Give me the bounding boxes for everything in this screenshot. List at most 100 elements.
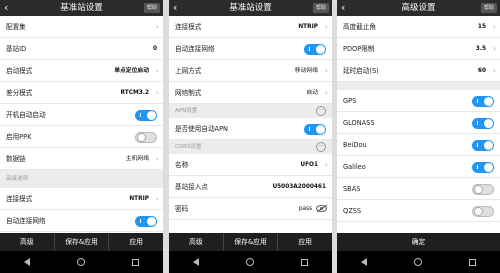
row-label: 数据链	[6, 155, 26, 163]
chevron-right-icon: ›	[492, 22, 496, 31]
row-label: 配置集	[6, 23, 26, 31]
chevron-right-icon: ›	[492, 44, 496, 53]
config-set-row[interactable]: 配置集 ›	[0, 16, 163, 38]
apply-button[interactable]: 应用	[278, 233, 332, 251]
action-bar: 高级 保存&应用 应用	[0, 233, 163, 251]
row-label: SBAS	[343, 185, 361, 193]
start-mode-row[interactable]: 启动模式 单点定位启动 ›	[0, 60, 163, 82]
network-standard-value: 自动	[306, 90, 318, 96]
diff-mode-row[interactable]: 差分模式 RTCM3.2 ›	[0, 82, 163, 104]
mountpoint-row[interactable]: 基站接入点 U5003A2000461	[169, 176, 332, 198]
chevron-right-icon: ›	[155, 154, 159, 163]
chevron-right-icon: ›	[155, 66, 159, 75]
elevation-mask-row[interactable]: 高度截止角 15 ›	[337, 16, 500, 38]
row-label: 基站接入点	[175, 183, 208, 191]
connect-mode-row[interactable]: 连接模式 NTRIP ›	[169, 16, 332, 38]
row-label: 密码	[175, 205, 189, 213]
help-button[interactable]: 帮助	[480, 3, 497, 13]
row-label: 高度截止角	[343, 23, 376, 31]
gps-toggle[interactable]	[472, 96, 494, 107]
settings-list: 连接模式 NTRIP › 自动连接网络 上网方式 移动网络 › 网络制式 自动 …	[169, 16, 332, 233]
help-button[interactable]: 帮助	[312, 3, 329, 13]
panel-gap	[163, 0, 169, 273]
apply-button[interactable]: 应用	[109, 233, 163, 251]
gps-row: GPS	[337, 90, 500, 112]
password-value: pass	[298, 206, 312, 212]
chevron-right-icon: ›	[324, 88, 328, 97]
more-options-icon[interactable]: ···	[316, 142, 326, 152]
nav-back-icon[interactable]	[23, 258, 30, 266]
row-label: 自动连接网络	[6, 217, 46, 225]
network-standard-row[interactable]: 网络制式 自动 ›	[169, 82, 332, 104]
auto-apn-toggle[interactable]	[304, 124, 326, 135]
pdop-limit-row[interactable]: PDOP限制 3.5 ›	[337, 38, 500, 60]
nav-home-icon[interactable]	[245, 258, 254, 266]
cors-name-row[interactable]: 名称 UFO1 ›	[169, 154, 332, 176]
save-apply-button[interactable]: 保存&应用	[224, 233, 279, 251]
nav-recents-icon[interactable]	[132, 258, 140, 266]
nav-recents-icon[interactable]	[301, 258, 309, 266]
nav-home-icon[interactable]	[413, 258, 422, 266]
row-label: Galileo	[343, 163, 366, 171]
row-label: QZSS	[343, 207, 362, 215]
enable-ppk-toggle[interactable]	[135, 132, 157, 143]
action-bar: 高级 保存&应用 应用	[169, 233, 332, 251]
auto-start-toggle[interactable]	[135, 110, 157, 121]
base-id-row[interactable]: 基站ID 0	[0, 38, 163, 60]
sbas-toggle[interactable]	[472, 184, 494, 195]
nav-recents-icon[interactable]	[469, 258, 477, 266]
base-id-value: 0	[152, 46, 157, 52]
enable-ppk-row: 启用PPK	[0, 126, 163, 148]
row-label: 名称	[175, 161, 189, 169]
datalink-row[interactable]: 数据链 主机网络 ›	[0, 148, 163, 170]
internet-mode-row[interactable]: 上网方式 移动网络 ›	[169, 60, 332, 82]
glonass-toggle[interactable]	[472, 118, 494, 129]
auto-start-row: 开机自动启动	[0, 104, 163, 126]
auto-connect-row: 自动连接网络	[0, 210, 163, 232]
row-label: GPS	[343, 97, 357, 105]
more-options-icon[interactable]: ···	[316, 106, 326, 116]
auto-connect-toggle[interactable]	[304, 44, 326, 55]
delay-start-row[interactable]: 延时启动(S) 60 ›	[337, 60, 500, 82]
galileo-toggle[interactable]	[472, 162, 494, 173]
row-label: GLONASS	[343, 119, 375, 127]
base-station-settings-panel: ‹ 基准站设置 帮助 配置集 › 基站ID 0 启动模式 单点定位启动 › 差分…	[0, 0, 163, 273]
password-row[interactable]: 密码 pass	[169, 198, 332, 220]
pdop-limit-value: 3.5	[475, 46, 486, 52]
advanced-button[interactable]: 高级	[169, 233, 224, 251]
app-header: ‹ 基准站设置 帮助	[0, 0, 163, 16]
auto-connect-row: 自动连接网络	[169, 38, 332, 60]
section-divider	[337, 82, 500, 90]
advanced-options-section: 高级选项	[0, 170, 163, 188]
row-label: PDOP限制	[343, 45, 375, 53]
nav-back-icon[interactable]	[192, 258, 199, 266]
nav-back-icon[interactable]	[360, 258, 367, 266]
row-label: 自动连接网络	[175, 45, 215, 53]
help-button[interactable]: 帮助	[143, 3, 160, 13]
nav-home-icon[interactable]	[76, 258, 85, 266]
row-label: 差分模式	[6, 89, 33, 97]
connect-mode-row[interactable]: 连接模式 NTRIP ›	[0, 188, 163, 210]
page-title: 基准站设置	[60, 3, 103, 13]
chevron-right-icon: ›	[492, 66, 496, 75]
settings-list: 高度截止角 15 › PDOP限制 3.5 › 延时启动(S) 60 › GPS…	[337, 16, 500, 233]
auto-connect-toggle[interactable]	[135, 216, 157, 227]
page-title: 基准站设置	[229, 3, 272, 13]
delay-start-value: 60	[477, 68, 486, 74]
action-bar: 确定	[337, 233, 500, 251]
advanced-button[interactable]: 高级	[0, 233, 55, 251]
connect-mode-value: NTRIP	[129, 196, 149, 202]
row-label: BeiDou	[343, 141, 367, 149]
beidou-toggle[interactable]	[472, 140, 494, 151]
eye-off-icon[interactable]	[316, 204, 328, 213]
page-title: 高级设置	[401, 3, 436, 13]
section-label: CORS设置	[175, 144, 202, 150]
qzss-toggle[interactable]	[472, 206, 494, 217]
save-apply-button[interactable]: 保存&应用	[55, 233, 110, 251]
row-label: 启用PPK	[6, 133, 32, 141]
row-label: 开机自动启动	[6, 111, 46, 119]
apn-settings-section: APN设置 ···	[169, 104, 332, 118]
datalink-value: 主机网络	[125, 156, 149, 162]
confirm-button[interactable]: 确定	[337, 233, 500, 251]
qzss-row: QZSS	[337, 200, 500, 222]
